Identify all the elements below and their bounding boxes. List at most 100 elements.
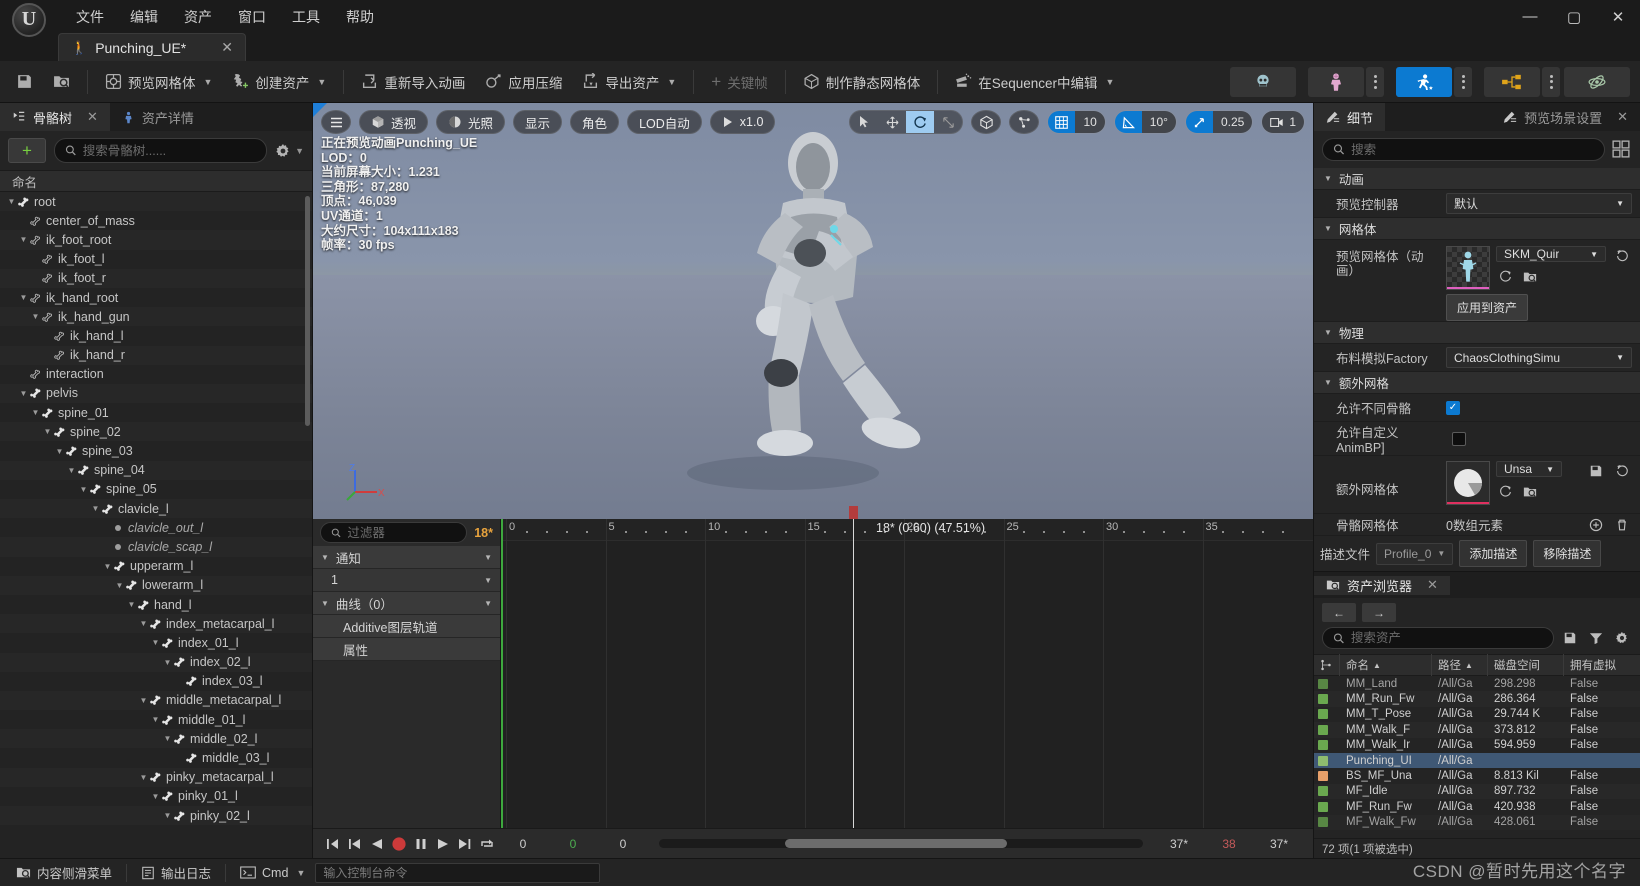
close-tab-icon[interactable]: ✕ (221, 39, 233, 56)
track-attributes[interactable]: 属性 (313, 638, 500, 661)
tab-skeleton-tree[interactable]: 骨骼树 ✕ (0, 103, 110, 131)
chevron-down-icon[interactable]: ▼ (321, 599, 329, 608)
allow-different-skeletons-checkbox[interactable]: ✓ (1446, 400, 1460, 415)
tab-details[interactable]: 细节 (1314, 103, 1386, 131)
section-animation[interactable]: ▼ 动画 (1314, 168, 1640, 190)
chevron-down-icon[interactable]: ▼ (1106, 77, 1115, 87)
chevron-down-icon[interactable]: ▼ (317, 77, 326, 87)
skeleton-search-box[interactable] (54, 138, 268, 163)
camera-speed-value-wrap[interactable]: 1 (1262, 111, 1304, 133)
pause-button[interactable] (411, 833, 431, 855)
details-search-box[interactable] (1322, 138, 1605, 161)
asset-row[interactable]: BS_MF_Una/All/Ga 8.813 Kil False (1314, 768, 1640, 783)
scrollbar-thumb[interactable] (784, 839, 1008, 848)
asset-row[interactable]: MM_Walk_F/All/Ga 373.812 False (1314, 722, 1640, 738)
reimport-animation-button[interactable]: 重新导入动画 (351, 66, 475, 98)
preview-mesh-thumbnail[interactable] (1446, 246, 1490, 290)
close-icon[interactable]: ✕ (1617, 109, 1628, 125)
remove-profile-button[interactable]: 移除描述 (1533, 540, 1602, 567)
animation-mode-options-button[interactable] (1454, 66, 1472, 97)
expand-arrow-icon[interactable]: ▼ (66, 466, 77, 475)
chevron-down-icon[interactable]: ▼ (1324, 224, 1332, 233)
bone-tree-item[interactable]: ik_foot_r (0, 268, 312, 288)
asset-search-box[interactable] (1322, 627, 1554, 649)
chevron-down-icon[interactable]: ▼ (667, 77, 676, 87)
chevron-down-icon[interactable]: ▼ (204, 77, 213, 87)
show-button[interactable]: 显示 (513, 110, 563, 134)
asset-row[interactable]: MF_Walk_Fw/All/Ga 428.061 False (1314, 814, 1640, 830)
playhead-handle[interactable] (849, 506, 858, 519)
expand-arrow-icon[interactable]: ▼ (150, 715, 161, 724)
tree-scrollbar[interactable] (305, 196, 310, 426)
export-asset-button[interactable]: 导出资产 ▼ (572, 66, 686, 98)
skip-to-start-button[interactable] (323, 833, 343, 855)
current-frame-field[interactable]: 0 (599, 837, 647, 851)
expand-arrow-icon[interactable]: ▼ (90, 504, 101, 513)
bone-tree-item[interactable]: ik_foot_l (0, 250, 312, 269)
chevron-down-icon[interactable]: ▼ (1616, 199, 1624, 208)
bone-tree-item[interactable]: ▼ spine_05 (0, 480, 312, 499)
tab-preview-scene-settings[interactable]: 预览场景设置 ✕ (1491, 103, 1640, 131)
expand-arrow-icon[interactable]: ▼ (162, 734, 173, 743)
edit-in-sequencer-button[interactable]: 在Sequencer中编辑 ▼ (945, 66, 1124, 98)
track-notify-1[interactable]: 1 ▼ (313, 569, 500, 592)
add-profile-button[interactable]: 添加描述 (1459, 540, 1528, 567)
expand-arrow-icon[interactable]: ▼ (42, 427, 53, 436)
expand-arrow-icon[interactable]: ▼ (102, 562, 113, 571)
column-hierarchy[interactable] (1314, 654, 1340, 676)
make-static-mesh-button[interactable]: 制作静态网格体 (793, 66, 931, 98)
camera-speed-control[interactable]: 1 (1261, 110, 1305, 134)
chevron-down-icon[interactable]: ▼ (296, 868, 305, 878)
move-tool-button[interactable] (878, 111, 906, 133)
column-disk-size[interactable]: 磁盘空间 (1488, 654, 1564, 676)
search-input[interactable] (82, 143, 257, 158)
timeline-filter-input[interactable] (347, 525, 457, 540)
end-time-field[interactable]: 37* (1155, 837, 1203, 851)
bone-tree-item[interactable]: ik_hand_l (0, 326, 312, 345)
bone-tree-item[interactable]: ▼ hand_l (0, 595, 312, 614)
track-notifies[interactable]: ▼ 通知 ▼ (313, 546, 500, 569)
expand-arrow-icon[interactable]: ▼ (126, 600, 137, 609)
allow-custom-animbp-checkbox[interactable] (1452, 431, 1466, 446)
preview-viewport[interactable]: 透视 光照 显示 角色 LOD自动 x1.0 10 10° 0.25 1 正在预… (313, 103, 1313, 519)
expand-arrow-icon[interactable]: ▼ (18, 389, 29, 398)
bone-tree-item[interactable]: ▼ pinky_metacarpal_l (0, 767, 312, 787)
timeline-playhead[interactable] (849, 506, 858, 828)
additional-mesh-find-button[interactable] (1520, 482, 1540, 502)
bone-tree-item[interactable]: ▼ middle_metacarpal_l (0, 690, 312, 711)
total-frames-field[interactable]: 38 (1205, 837, 1253, 851)
bone-tree-item[interactable]: ▼ root (0, 192, 312, 212)
chevron-down-icon[interactable]: ▼ (1324, 174, 1332, 183)
asset-browser-settings-button[interactable] (1612, 628, 1632, 648)
column-name[interactable]: 命名 ▲ (1340, 654, 1432, 676)
bone-tree-item[interactable]: clavicle_out_l (0, 518, 312, 537)
chevron-down-icon[interactable]: ▼ (1546, 465, 1554, 474)
column-has-virtual[interactable]: 拥有虚拟 (1564, 654, 1640, 676)
timeline-tracks-area[interactable]: 0 5 10 15 20 25 30 35 18* (0.60) (47.51%) (501, 506, 1313, 828)
viewport-menu-button[interactable] (321, 110, 351, 134)
asset-browser-filter-button[interactable] (1586, 628, 1606, 648)
expand-arrow-icon[interactable]: ▼ (150, 792, 161, 801)
track-curves[interactable]: ▼ 曲线（0） ▼ (313, 592, 500, 615)
details-search-input[interactable] (1351, 142, 1594, 157)
bone-tree-item[interactable]: ▼ middle_02_l (0, 729, 312, 749)
scale-snap-control[interactable]: 0.25 (1184, 110, 1254, 134)
menu-file[interactable]: 文件 (64, 3, 116, 31)
bone-tree-item[interactable]: ▼ pinky_02_l (0, 806, 312, 826)
expand-arrow-icon[interactable]: ▼ (18, 235, 29, 244)
save-additional-mesh-button[interactable] (1586, 461, 1606, 481)
bone-tree-item[interactable]: ▼ ik_foot_root (0, 230, 312, 250)
asset-row[interactable]: Punching_UI/All/Ga (1314, 752, 1640, 769)
expand-arrow-icon[interactable]: ▼ (30, 408, 41, 417)
scale-snap-value[interactable]: 0.25 (1212, 111, 1253, 133)
cloth-factory-combo[interactable]: ChaosClothingSimu ▼ (1446, 347, 1632, 368)
document-tab-punching-ue[interactable]: 🚶 Punching_UE* ✕ (58, 33, 246, 61)
angle-snap-value[interactable]: 10° (1141, 111, 1176, 133)
bone-tree-item[interactable]: ▼ clavicle_l (0, 499, 312, 519)
grid-snap-control[interactable]: 10 (1047, 110, 1106, 134)
select-tool-button[interactable] (850, 111, 878, 133)
column-path[interactable]: 路径 ▲ (1432, 654, 1488, 676)
bone-tree-item[interactable]: ▼ pinky_01_l (0, 787, 312, 806)
profile-combo[interactable]: Profile_0 ▼ (1376, 542, 1454, 565)
browse-to-asset-button[interactable] (1496, 267, 1516, 287)
